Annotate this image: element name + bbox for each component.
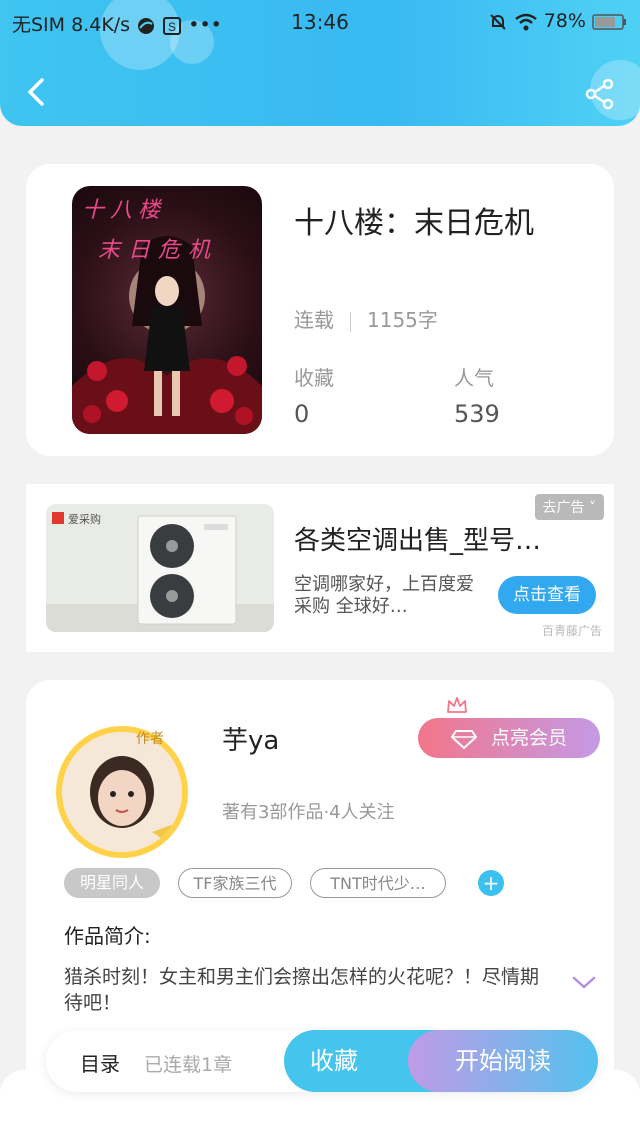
vip-button[interactable]: 点亮会员 — [418, 718, 600, 758]
author-stats: 著有3部作品·4人关注 — [222, 802, 395, 823]
tag-chip[interactable]: TNT时代少… — [310, 868, 446, 898]
tag-chip[interactable]: 明星同人 — [64, 868, 160, 898]
header: 无SIM 8.4K/s S ••• 13:46 78% — [0, 0, 640, 126]
mute-bell-icon — [489, 13, 506, 30]
tag-chip[interactable]: TF家族三代 — [178, 868, 292, 898]
book-info-card: 十八楼 末日危机 十八楼：末日危机 连载 1155字 收藏 0 人气 539 — [26, 164, 614, 456]
add-tag-button[interactable]: + — [478, 870, 504, 896]
ad-banner[interactable]: 爱采购 各类空调出售_型号… 空调哪家好，上百度爱采购 全球好… 去广告 ˅ 点… — [26, 484, 614, 652]
start-reading-button[interactable]: 开始阅读 — [408, 1030, 598, 1092]
intro-label: 作品简介: — [64, 924, 151, 948]
diamond-icon — [450, 729, 477, 749]
bottom-action-bar: 目录 已连载1章 收藏 开始阅读 — [46, 1030, 598, 1092]
book-cover[interactable]: 十八楼 末日危机 — [72, 186, 262, 434]
favorites-value: 0 — [294, 400, 310, 428]
status-bar: 无SIM 8.4K/s S ••• 13:46 78% — [0, 0, 640, 44]
vip-button-label: 点亮会员 — [490, 727, 567, 749]
favorites-label: 收藏 — [294, 366, 334, 390]
crown-icon — [447, 697, 467, 713]
ad-title[interactable]: 各类空调出售_型号… — [294, 520, 541, 557]
battery-icon — [592, 13, 626, 30]
chevron-down-icon[interactable] — [572, 976, 596, 990]
intro-text: 猎杀时刻！女主和男主们会擦出怎样的火花呢？！尽情期待吧！ — [64, 966, 540, 1014]
book-title: 十八楼：末日危机 — [294, 206, 534, 241]
cover-title-line1: 十八楼 — [82, 198, 167, 223]
ad-brand: 爱采购 — [68, 513, 101, 526]
author-badge: 作者 — [136, 731, 164, 747]
divider — [350, 311, 351, 332]
wifi-icon — [514, 13, 537, 30]
author-name: 芋ya — [222, 726, 280, 756]
chapter-count: 已连载1章 — [144, 1054, 233, 1076]
serial-status: 连载 — [294, 308, 334, 332]
ad-image[interactable]: 爱采购 — [46, 504, 274, 632]
remove-ad-button[interactable]: 去广告 ˅ — [534, 494, 604, 520]
popularity-label: 人气 — [454, 366, 494, 390]
remove-ad-label: 去广告 — [542, 500, 585, 516]
ad-view-button[interactable]: 点击查看 — [498, 576, 596, 614]
popularity-value: 539 — [454, 400, 500, 428]
share-icon[interactable] — [584, 78, 616, 110]
word-count: 1155字 — [367, 308, 438, 332]
avatar-image — [62, 732, 182, 852]
author-avatar[interactable] — [56, 726, 188, 858]
cover-title-line2: 末日危机 — [98, 238, 219, 263]
favorite-button-label: 收藏 — [310, 1047, 358, 1075]
battery-percent: 78% — [543, 10, 586, 32]
ad-source: 百青藤广告 — [541, 624, 602, 638]
ad-description: 空调哪家好，上百度爱采购 全球好… — [294, 574, 474, 617]
back-chevron-icon[interactable] — [22, 76, 54, 108]
toc-button[interactable]: 目录 — [80, 1048, 120, 1077]
book-meta: 连载 1155字 — [294, 304, 438, 333]
